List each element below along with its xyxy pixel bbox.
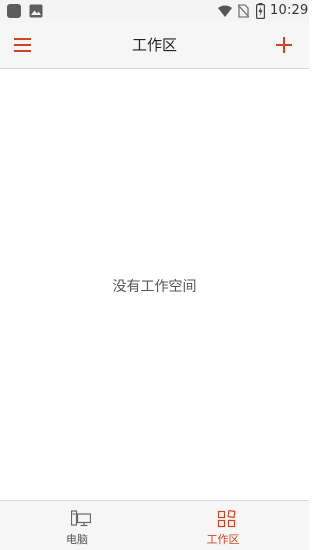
page-title: 工作区 — [131, 36, 177, 54]
nav-item-computer[interactable]: 电脑 — [0, 501, 154, 550]
bottom-nav: 电脑 工作区 — [0, 500, 309, 550]
no-sim-icon — [238, 4, 249, 18]
add-workspace-button[interactable] — [272, 33, 296, 57]
workspace-grid-icon — [217, 510, 236, 528]
battery-charging-icon — [256, 3, 265, 19]
image-icon — [29, 4, 43, 18]
screen: 10:29 工作区 没有工作空间 电脑 工作区 — [0, 0, 309, 550]
main-content: 没有工作空间 — [0, 69, 309, 500]
plus-icon — [276, 37, 292, 53]
nav-label-workspace: 工作区 — [206, 533, 240, 546]
app-bar: 工作区 — [0, 22, 309, 69]
app-square-icon — [7, 4, 21, 18]
wifi-icon — [218, 5, 232, 17]
status-time: 10:29 — [270, 3, 309, 18]
nav-item-workspace[interactable]: 工作区 — [155, 501, 309, 550]
status-bar: 10:29 — [0, 0, 309, 22]
nav-label-computer: 电脑 — [66, 533, 88, 546]
empty-state-message: 没有工作空间 — [112, 279, 197, 295]
computer-icon — [71, 510, 91, 527]
